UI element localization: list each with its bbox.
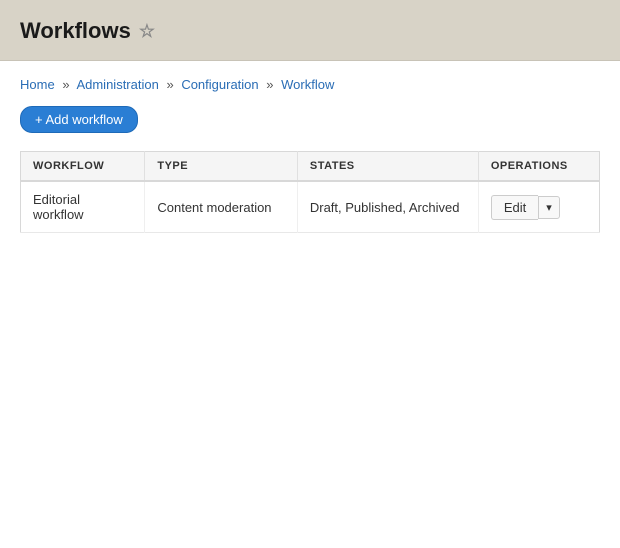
column-header-operations: OPERATIONS: [478, 152, 599, 182]
page-header: Workflows ☆: [0, 0, 620, 61]
workflow-name-cell: Editorial workflow: [21, 181, 145, 233]
add-workflow-button[interactable]: + Add workflow: [20, 106, 138, 133]
operations-button-group: Edit ▾: [491, 195, 587, 220]
breadcrumb-workflow[interactable]: Workflow: [281, 77, 334, 92]
breadcrumb-separator-3: »: [266, 77, 273, 92]
workflows-table: WORKFLOW TYPE STATES OPERATIONS Editoria…: [20, 151, 600, 233]
column-header-type: TYPE: [145, 152, 298, 182]
workflow-states-cell: Draft, Published, Archived: [297, 181, 478, 233]
chevron-down-icon: ▾: [546, 201, 552, 214]
breadcrumb-separator-1: »: [62, 77, 69, 92]
edit-button[interactable]: Edit: [491, 195, 538, 220]
page-content: Home » Administration » Configuration » …: [0, 61, 620, 249]
table-row: Editorial workflow Content moderation Dr…: [21, 181, 600, 233]
column-header-states: STATES: [297, 152, 478, 182]
dropdown-arrow-button[interactable]: ▾: [538, 196, 560, 219]
breadcrumb-administration[interactable]: Administration: [76, 77, 158, 92]
breadcrumb-home[interactable]: Home: [20, 77, 55, 92]
page-title-text: Workflows: [20, 18, 131, 44]
page-title: Workflows ☆: [20, 18, 600, 44]
breadcrumb-configuration[interactable]: Configuration: [181, 77, 258, 92]
breadcrumb-separator-2: »: [166, 77, 173, 92]
column-header-workflow: WORKFLOW: [21, 152, 145, 182]
workflow-type-cell: Content moderation: [145, 181, 298, 233]
workflow-operations-cell: Edit ▾: [478, 181, 599, 233]
star-icon[interactable]: ☆: [139, 21, 155, 42]
table-header-row: WORKFLOW TYPE STATES OPERATIONS: [21, 152, 600, 182]
breadcrumb: Home » Administration » Configuration » …: [20, 77, 600, 92]
